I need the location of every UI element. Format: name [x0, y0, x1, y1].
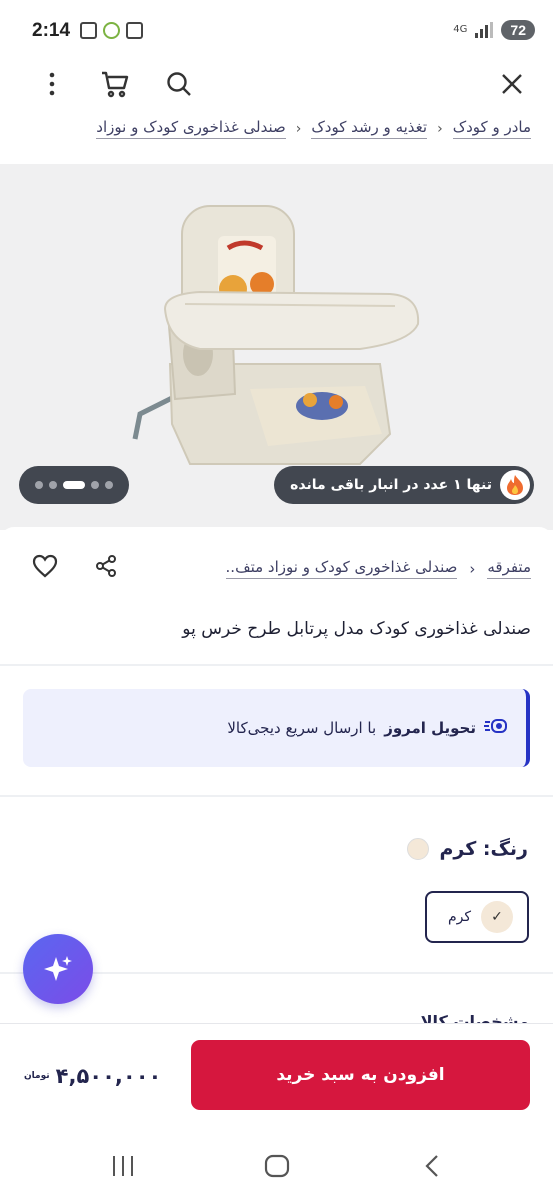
- status-right: 4G 72: [453, 20, 535, 40]
- product-title: صندلی غذاخوری کودک مدل پرتابل طرح خرس پو: [182, 619, 531, 639]
- pagination-dot[interactable]: [49, 481, 57, 489]
- status-time: 2:14: [32, 20, 71, 41]
- screenshot-icon: [80, 22, 97, 39]
- delivery-text: با ارسال سریع دیجی‌کالا: [227, 719, 377, 737]
- breadcrumb-item[interactable]: صندلی غذاخوری کودک و نوزاد: [96, 118, 286, 139]
- network-label: 4G: [453, 24, 468, 35]
- pagination-dot[interactable]: [91, 481, 99, 489]
- breadcrumb-item[interactable]: مادر و کودک: [452, 118, 531, 139]
- status-bar: 2:14 4G 72: [0, 0, 553, 62]
- more-icon[interactable]: [32, 64, 72, 104]
- chevron-left-icon: ‹: [469, 559, 476, 578]
- stock-notice: تنها ۱ عدد در انبار باقی مانده: [274, 466, 534, 504]
- delivery-bold: تحویل امروز: [384, 719, 476, 737]
- sparkle-icon: [44, 956, 72, 981]
- product-breadcrumb-item[interactable]: صندلی غذاخوری کودک و نوزاد متف..: [225, 558, 458, 579]
- recent-apps-icon[interactable]: [103, 1151, 143, 1181]
- app-icon: [103, 22, 120, 39]
- system-nav-bar: [0, 1133, 553, 1200]
- cart-icon[interactable]: [95, 64, 135, 104]
- chevron-left-icon: ‹: [437, 120, 443, 137]
- color-swatch: [407, 838, 430, 860]
- color-option-label: کرم: [447, 909, 471, 925]
- pagination-dot-active[interactable]: [63, 481, 85, 489]
- gallery-pagination[interactable]: [19, 466, 129, 504]
- breadcrumb: مادر و کودک ‹ تغذیه و رشد کودک ‹ صندلی غ…: [96, 118, 531, 139]
- color-label: رنگ: کرم: [407, 838, 528, 860]
- gallery-icon: [126, 22, 143, 39]
- product-breadcrumb: متفرقه ‹ صندلی غذاخوری کودک و نوزاد متف.…: [225, 558, 531, 579]
- share-icon[interactable]: [94, 554, 118, 582]
- close-icon[interactable]: [492, 64, 532, 104]
- breadcrumb-item[interactable]: تغذیه و رشد کودک: [311, 118, 428, 139]
- search-icon[interactable]: [159, 64, 199, 104]
- pagination-dot[interactable]: [35, 481, 43, 489]
- color-option-chip[interactable]: ✓ کرم: [425, 891, 529, 943]
- check-icon: ✓: [481, 901, 513, 933]
- fast-delivery-icon: [484, 718, 508, 738]
- home-icon[interactable]: [257, 1151, 297, 1181]
- currency-label: تومان: [24, 1071, 50, 1081]
- delivery-banner: تحویل امروز با ارسال سریع دیجی‌کالا: [23, 689, 530, 767]
- stock-notice-text: تنها ۱ عدد در انبار باقی مانده: [290, 477, 492, 493]
- signal-icon: [475, 22, 494, 38]
- product-breadcrumb-item[interactable]: متفرقه: [487, 558, 531, 579]
- chevron-left-icon: ‹: [295, 120, 302, 137]
- pagination-dot[interactable]: [105, 481, 113, 489]
- ai-assistant-button[interactable]: [23, 934, 93, 1004]
- fire-icon: [500, 470, 530, 500]
- price: تومان ۴,۵۰۰,۰۰۰: [24, 1064, 161, 1088]
- notification-icons: [80, 22, 143, 39]
- add-to-cart-button[interactable]: افزودن به سبد خرید: [191, 1040, 530, 1110]
- top-toolbar: [0, 62, 553, 116]
- divider: [0, 795, 553, 797]
- heart-icon[interactable]: [32, 554, 58, 582]
- back-icon[interactable]: [412, 1151, 452, 1181]
- divider: [0, 664, 553, 666]
- color-label-text: رنگ: کرم: [439, 838, 528, 860]
- price-value: ۴,۵۰۰,۰۰۰: [55, 1064, 162, 1088]
- battery-badge: 72: [501, 20, 535, 40]
- bottom-buy-bar: افزودن به سبد خرید تومان ۴,۵۰۰,۰۰۰: [0, 1023, 553, 1133]
